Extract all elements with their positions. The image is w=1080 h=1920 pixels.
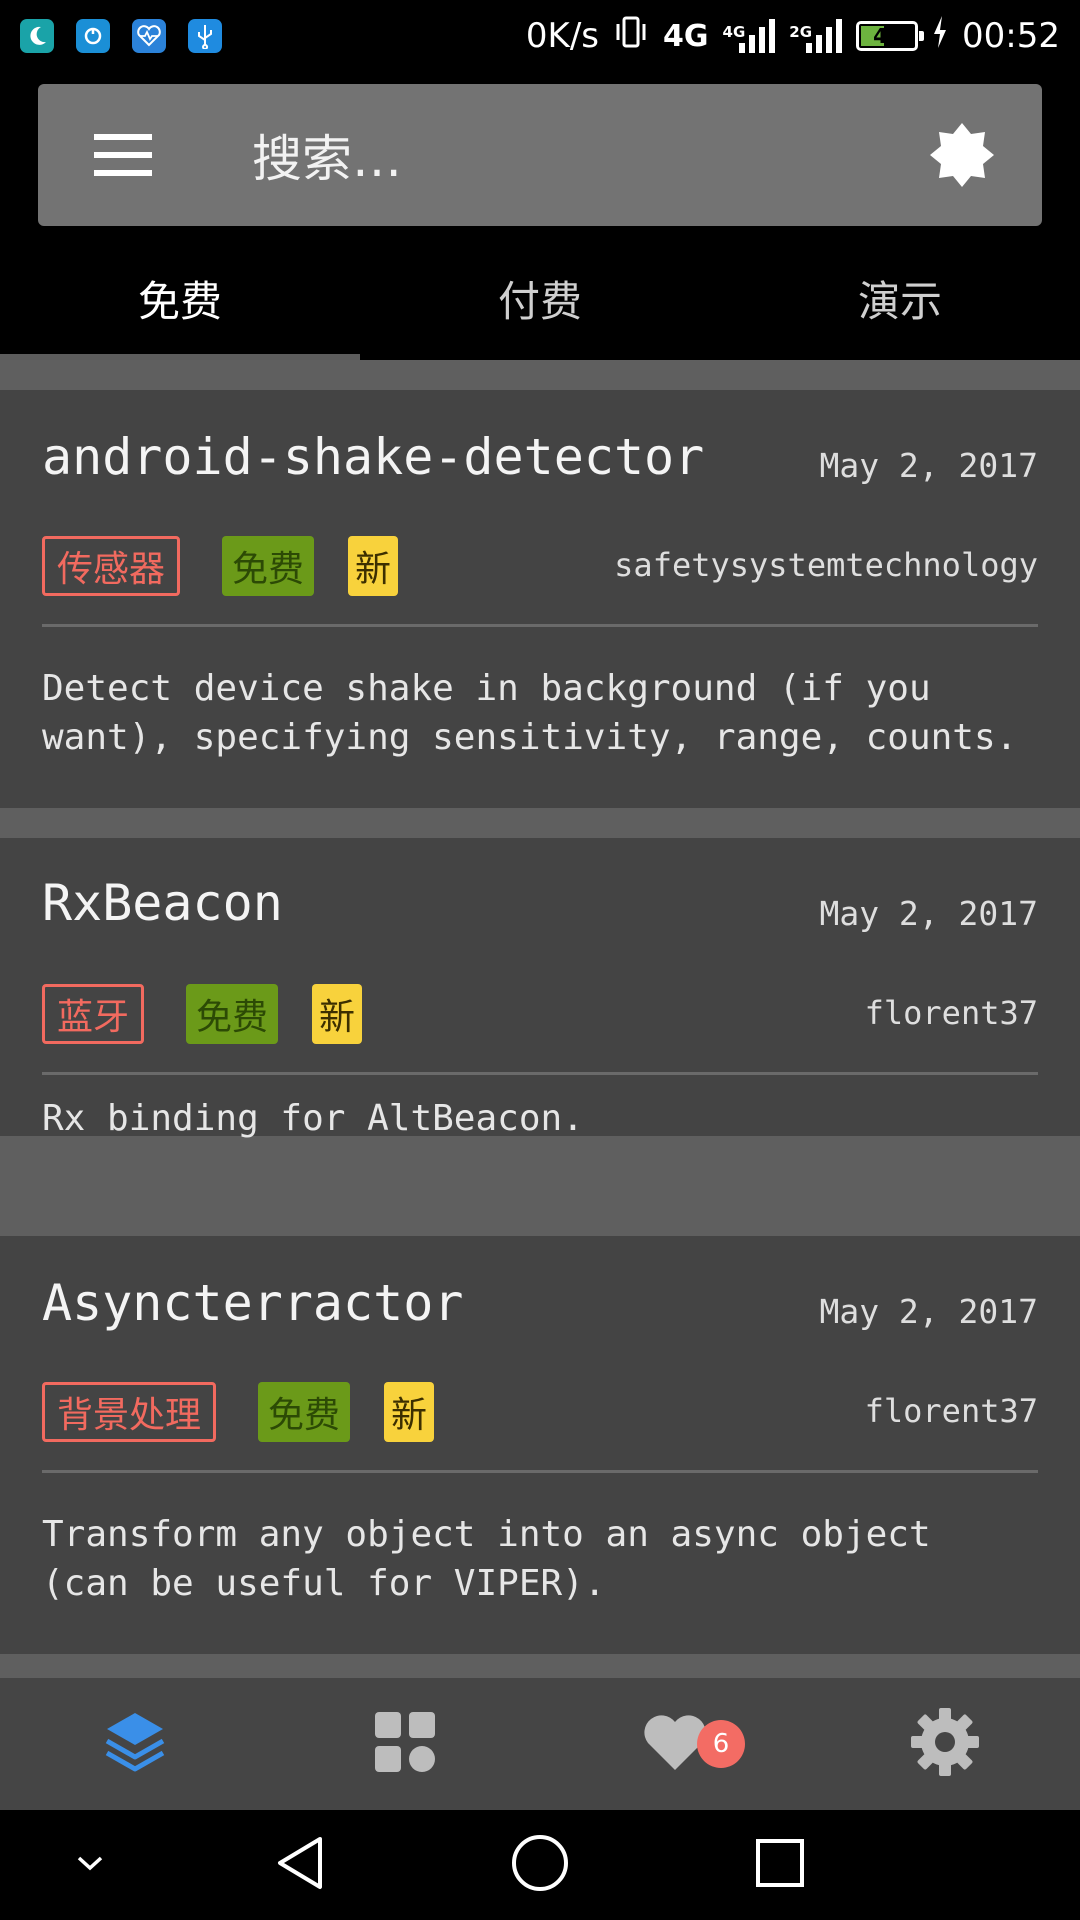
free-tag: 免费: [186, 984, 279, 1044]
vibrate-icon: [613, 14, 649, 59]
tab-bar: 免费 付费 演示: [0, 236, 1080, 360]
tab-demo[interactable]: 演示: [720, 236, 1080, 360]
divider: [42, 1470, 1038, 1473]
status-indicators: 0K/s 4G 4G 2G 41 00:52: [526, 14, 1060, 59]
new-tag: 新: [384, 1382, 435, 1442]
recents-button[interactable]: [744, 1810, 816, 1920]
hide-nav-button[interactable]: [60, 1810, 120, 1920]
card-title: RxBeacon: [42, 874, 283, 932]
sync-app-icon: [76, 19, 110, 53]
new-tag: 新: [312, 984, 363, 1044]
health-app-icon: [132, 19, 166, 53]
card-description: Detect device shake in background (if yo…: [42, 668, 1018, 758]
back-triangle-icon: [274, 1835, 326, 1895]
tab-free[interactable]: 免费: [0, 236, 360, 360]
clock: 00:52: [962, 16, 1060, 56]
status-bar: 0K/s 4G 4G 2G 41 00:52: [0, 0, 1080, 72]
category-tag[interactable]: 背景处理: [42, 1382, 217, 1442]
card-author[interactable]: florent37: [865, 994, 1038, 1032]
search-bar[interactable]: 搜索…: [38, 84, 1042, 226]
recents-square-icon: [754, 1837, 806, 1893]
free-tag: 免费: [258, 1382, 351, 1442]
library-card[interactable]: android-shake-detector May 2, 2017 传感器 免…: [0, 390, 1080, 808]
card-date: May 2, 2017: [819, 894, 1038, 933]
library-card[interactable]: Asyncterractor May 2, 2017 背景处理 免费 新 flo…: [0, 1236, 1080, 1654]
usb-icon: [188, 19, 222, 53]
divider: [42, 1072, 1038, 1075]
card-title: Asyncterractor: [42, 1274, 464, 1332]
charging-icon: [932, 15, 948, 57]
category-tag[interactable]: 蓝牙: [42, 984, 145, 1044]
notification-icons: [20, 19, 222, 53]
chevron-down-icon: [75, 1853, 105, 1877]
nav-libraries[interactable]: [0, 1678, 270, 1810]
home-circle-icon: [510, 1833, 570, 1897]
new-tag: 新: [348, 536, 399, 596]
nav-settings[interactable]: [810, 1678, 1080, 1810]
tab-paid[interactable]: 付费: [360, 236, 720, 360]
moon-app-icon: [20, 19, 54, 53]
network-4g-indicator: 4G: [663, 18, 709, 54]
signal-2g-icon: 2G: [789, 19, 843, 53]
system-navigation-bar: [0, 1810, 1080, 1920]
favorites-badge: 6: [697, 1720, 745, 1768]
signal-4g-icon: 4G: [723, 19, 776, 53]
free-tag: 免费: [222, 536, 315, 596]
grid-icon: [373, 1710, 437, 1778]
card-author[interactable]: florent37: [865, 1392, 1038, 1430]
back-button[interactable]: [264, 1810, 336, 1920]
card-date: May 2, 2017: [819, 1292, 1038, 1331]
menu-icon[interactable]: [94, 134, 152, 176]
layers-icon: [103, 1709, 167, 1779]
library-list[interactable]: android-shake-detector May 2, 2017 传感器 免…: [0, 360, 1080, 1678]
nav-favorites[interactable]: 6: [540, 1678, 810, 1810]
nav-categories[interactable]: [270, 1678, 540, 1810]
category-tag[interactable]: 传感器: [42, 536, 181, 596]
network-speed: 0K/s: [525, 16, 600, 56]
brightness-icon[interactable]: [928, 121, 996, 189]
card-date: May 2, 2017: [819, 446, 1038, 485]
library-card[interactable]: RxBeacon May 2, 2017 蓝牙 免费 新 florent37 R…: [0, 838, 1080, 1139]
card-title: android-shake-detector: [42, 428, 705, 486]
bottom-navigation: 6: [0, 1678, 1080, 1810]
home-button[interactable]: [504, 1810, 576, 1920]
gear-icon: [909, 1706, 981, 1782]
search-input[interactable]: 搜索…: [252, 119, 402, 191]
battery-icon: 41: [856, 21, 925, 51]
card-author[interactable]: safetysystemtechnology: [614, 546, 1038, 584]
card-description: Transform any object into an async objec…: [42, 1514, 931, 1604]
card-description: Rx binding for AltBeacon.: [42, 1098, 584, 1139]
divider: [42, 624, 1038, 627]
